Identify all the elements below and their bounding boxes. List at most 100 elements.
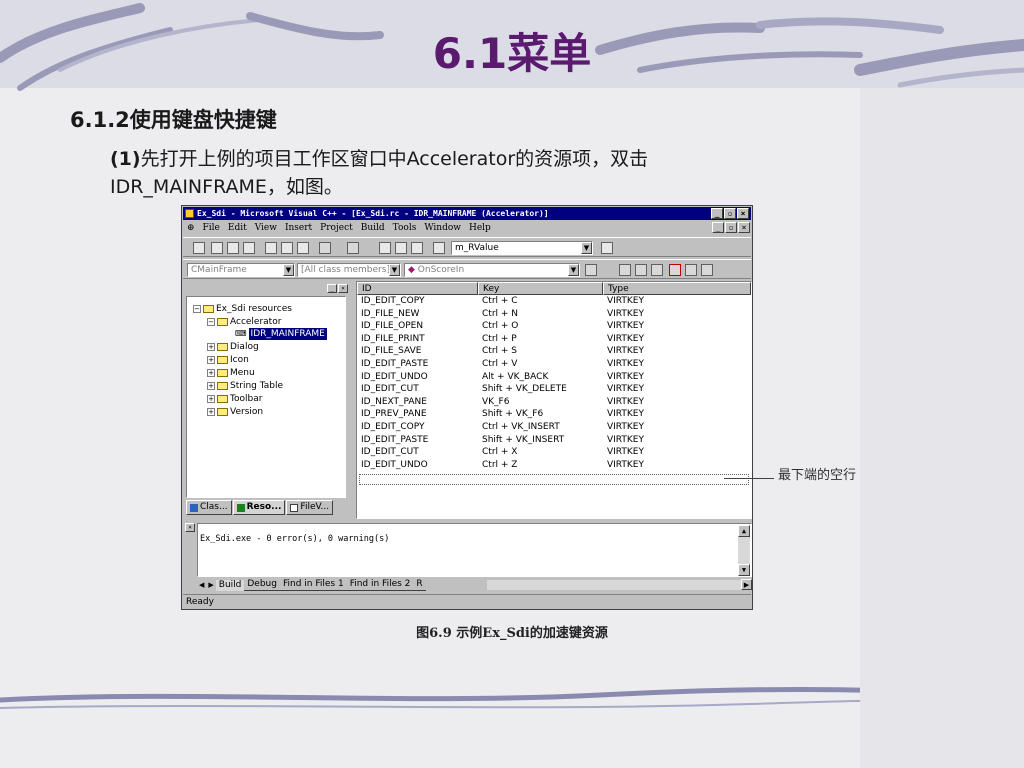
standard-toolbar: m_RValue ▼ <box>183 237 751 257</box>
chevron-down-icon[interactable]: ▼ <box>568 264 579 276</box>
tab-build[interactable]: Build <box>215 579 245 591</box>
tree-item-dialog[interactable]: + Dialog <box>207 341 259 353</box>
collapse-icon[interactable]: − <box>193 305 201 313</box>
wizard-action-icon[interactable] <box>585 264 597 276</box>
paste-icon[interactable] <box>297 242 309 254</box>
stop-build-icon[interactable] <box>651 264 663 276</box>
output-icon[interactable] <box>395 242 407 254</box>
tree-root[interactable]: − Ex_Sdi resources <box>193 303 292 315</box>
search-icon[interactable] <box>601 242 613 254</box>
menu-help[interactable]: Help <box>469 221 491 235</box>
tab-find-in-files-2[interactable]: Find in Files 2 <box>346 579 414 591</box>
breakpoint-icon[interactable] <box>701 264 713 276</box>
tree-item-accelerator[interactable]: − Accelerator <box>207 316 281 328</box>
tab-scroll-left-icon[interactable]: ◀ <box>197 580 206 591</box>
redo-icon[interactable] <box>347 242 359 254</box>
tab-results[interactable]: R <box>413 579 426 591</box>
table-row[interactable]: ID_PREV_PANE Shift + VK_F6 VIRTKEY <box>357 408 751 421</box>
go-icon[interactable] <box>685 264 697 276</box>
cut-icon[interactable] <box>265 242 277 254</box>
workspace-icon[interactable] <box>379 242 391 254</box>
table-row[interactable]: ID_FILE_SAVE Ctrl + S VIRTKEY <box>357 345 751 358</box>
scroll-up-icon[interactable]: ▲ <box>738 525 750 537</box>
copy-icon[interactable] <box>281 242 293 254</box>
table-row[interactable]: ID_FILE_PRINT Ctrl + P VIRTKEY <box>357 333 751 346</box>
menu-insert[interactable]: Insert <box>285 221 312 235</box>
chevron-down-icon[interactable]: ▼ <box>283 264 294 276</box>
execute-icon[interactable] <box>669 264 681 276</box>
menu-project[interactable]: Project <box>320 221 353 235</box>
tree-item-idr-mainframe[interactable]: ⌨ IDR_MAINFRAME <box>235 328 327 340</box>
undo-icon[interactable] <box>319 242 331 254</box>
horizontal-scrollbar[interactable]: ▶ <box>487 579 752 590</box>
save-all-icon[interactable] <box>243 242 255 254</box>
minimize-icon[interactable]: _ <box>711 208 723 219</box>
vertical-scrollbar[interactable]: ▲ ▼ <box>738 525 750 576</box>
members-combo[interactable]: [All class members] ▼ <box>297 263 401 277</box>
close-icon[interactable]: × <box>737 208 749 219</box>
chevron-down-icon[interactable]: ▼ <box>389 264 400 276</box>
window-list-icon[interactable] <box>411 242 423 254</box>
menu-window[interactable]: Window <box>424 221 461 235</box>
menu-build[interactable]: Build <box>361 221 385 235</box>
pane-maximize-icon[interactable]: _ <box>327 284 337 293</box>
scroll-right-icon[interactable]: ▶ <box>741 579 752 590</box>
tree-item-version[interactable]: + Version <box>207 406 263 418</box>
class-combo[interactable]: CMainFrame ▼ <box>187 263 295 277</box>
function-combo[interactable]: ◆ OnScoreIn ▼ <box>404 263 580 277</box>
scroll-down-icon[interactable]: ▼ <box>738 564 750 576</box>
tab-find-in-files-1[interactable]: Find in Files 1 <box>279 579 347 591</box>
menu-view[interactable]: View <box>255 221 277 235</box>
expand-icon[interactable]: + <box>207 356 215 364</box>
tree-item-icon[interactable]: + Icon <box>207 354 249 366</box>
expand-icon[interactable]: + <box>207 343 215 351</box>
pane-close-icon[interactable]: × <box>338 284 348 293</box>
table-row[interactable]: ID_NEXT_PANE VK_F6 VIRTKEY <box>357 396 751 409</box>
table-row[interactable]: ID_EDIT_CUT Ctrl + X VIRTKEY <box>357 446 751 459</box>
table-row[interactable]: ID_EDIT_COPY Ctrl + C VIRTKEY <box>357 295 751 308</box>
doc-close-icon[interactable]: × <box>738 222 750 233</box>
empty-last-row[interactable] <box>359 474 749 485</box>
collapse-icon[interactable]: − <box>207 318 215 326</box>
doc-minimize-icon[interactable]: _ <box>712 222 724 233</box>
column-header-id[interactable]: ID <box>357 282 478 295</box>
tree-item-menu[interactable]: + Menu <box>207 367 255 379</box>
table-row[interactable]: ID_EDIT_PASTE Ctrl + V VIRTKEY <box>357 358 751 371</box>
tab-debug[interactable]: Debug <box>244 579 280 591</box>
expand-icon[interactable]: + <box>207 395 215 403</box>
tab-resource-view[interactable]: Reso... <box>232 500 286 515</box>
table-row[interactable]: ID_EDIT_COPY Ctrl + VK_INSERT VIRTKEY <box>357 421 751 434</box>
expand-icon[interactable]: + <box>207 369 215 377</box>
save-icon[interactable] <box>227 242 239 254</box>
tab-scroll-right-icon[interactable]: ▶ <box>206 580 215 591</box>
find-combo[interactable]: m_RValue ▼ <box>451 241 593 255</box>
chevron-down-icon[interactable]: ▼ <box>581 242 592 254</box>
menu-edit[interactable]: Edit <box>228 221 247 235</box>
tree-item-toolbar[interactable]: + Toolbar <box>207 393 262 405</box>
table-row[interactable]: ID_FILE_OPEN Ctrl + O VIRTKEY <box>357 320 751 333</box>
output-text-area[interactable]: Ex_Sdi.exe - 0 error(s), 0 warning(s) ▲ … <box>197 523 752 577</box>
tab-class-view[interactable]: Clas... <box>186 500 232 515</box>
menu-tools[interactable]: Tools <box>393 221 417 235</box>
table-row[interactable]: ID_EDIT_PASTE Shift + VK_INSERT VIRTKEY <box>357 434 751 447</box>
table-row[interactable]: ID_FILE_NEW Ctrl + N VIRTKEY <box>357 308 751 321</box>
expand-icon[interactable]: + <box>207 408 215 416</box>
restore-icon[interactable]: ▫ <box>724 208 736 219</box>
find-in-files-icon[interactable] <box>433 242 445 254</box>
menu-file[interactable]: File <box>203 221 220 235</box>
table-row[interactable]: ID_EDIT_CUT Shift + VK_DELETE VIRTKEY <box>357 383 751 396</box>
table-row[interactable]: ID_EDIT_UNDO Alt + VK_BACK VIRTKEY <box>357 371 751 384</box>
column-header-key[interactable]: Key <box>478 282 603 295</box>
build-icon[interactable] <box>635 264 647 276</box>
diamond-icon: ◆ <box>408 265 415 275</box>
tab-file-view[interactable]: FileV... <box>286 500 334 515</box>
expand-icon[interactable]: + <box>207 382 215 390</box>
compile-icon[interactable] <box>619 264 631 276</box>
pane-close-icon[interactable]: × <box>185 523 195 532</box>
tree-item-string-table[interactable]: + String Table <box>207 380 283 392</box>
column-header-type[interactable]: Type <box>603 282 751 295</box>
table-row[interactable]: ID_EDIT_UNDO Ctrl + Z VIRTKEY <box>357 459 751 472</box>
open-icon[interactable] <box>211 242 223 254</box>
doc-restore-icon[interactable]: ▫ <box>725 222 737 233</box>
new-file-icon[interactable] <box>193 242 205 254</box>
